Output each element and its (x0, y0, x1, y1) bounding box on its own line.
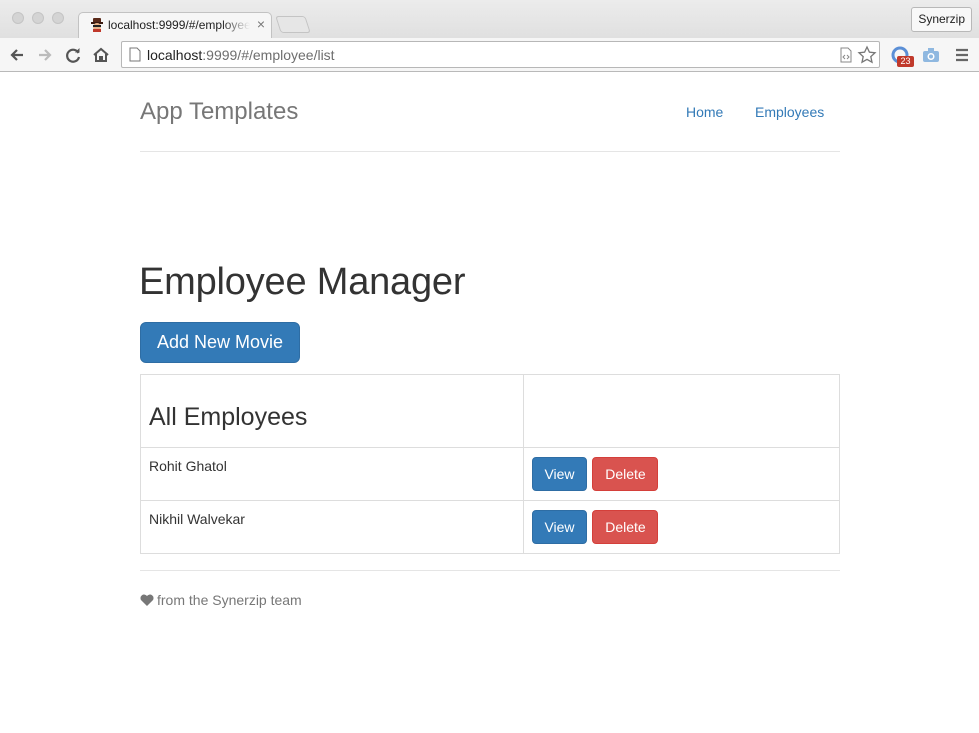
new-tab-button[interactable] (275, 16, 311, 33)
back-arrow-icon[interactable] (6, 44, 28, 66)
browser-titlebar: localhost:9999/#/employee × Synerzip (0, 0, 979, 38)
page-title: Employee Manager (139, 261, 466, 303)
table-row: Rohit Ghatol View Delete (140, 447, 840, 501)
footer: from the Synerzip team (140, 592, 302, 608)
camera-icon[interactable] (920, 44, 942, 66)
delete-button[interactable]: Delete (592, 510, 659, 544)
close-window-button[interactable] (12, 12, 24, 24)
address-bar[interactable]: localhost:9999/#/employee/list (121, 41, 880, 68)
footer-divider (140, 570, 840, 571)
header-divider (140, 151, 840, 152)
page-content: App Templates Home Employees Employee Ma… (0, 73, 979, 733)
spy-favicon-icon (91, 18, 103, 32)
tab-close-icon[interactable]: × (257, 16, 265, 32)
extension-badge: 23 (897, 56, 914, 67)
table-header-actions-cell (523, 374, 840, 448)
table-title: All Employees (149, 403, 308, 431)
row-actions: View Delete (523, 500, 840, 554)
table-header-cell: All Employees (140, 374, 524, 448)
tab-title: localhost:9999/#/employee (108, 18, 250, 32)
home-icon[interactable] (90, 44, 112, 66)
nav-link-home[interactable]: Home (686, 104, 723, 120)
bookmark-star-icon[interactable] (857, 45, 877, 65)
reload-icon[interactable] (62, 44, 84, 66)
brand-title[interactable]: App Templates (140, 98, 298, 126)
browser-toolbar: localhost:9999/#/employee/list 23 (0, 38, 979, 72)
delete-button[interactable]: Delete (592, 457, 659, 491)
row-actions: View Delete (523, 447, 840, 501)
employee-name: Nikhil Walvekar (140, 500, 524, 554)
footer-text: from the Synerzip team (157, 592, 302, 608)
view-button[interactable]: View (532, 510, 587, 544)
forward-arrow-icon[interactable] (34, 44, 56, 66)
profile-button[interactable]: Synerzip (911, 7, 972, 32)
table-row: Nikhil Walvekar View Delete (140, 500, 840, 554)
heart-icon (140, 594, 154, 606)
nav-link-employees[interactable]: Employees (755, 104, 824, 120)
url-text[interactable]: localhost:9999/#/employee/list (147, 47, 335, 63)
menu-icon[interactable] (951, 44, 973, 66)
browser-tab[interactable]: localhost:9999/#/employee × (78, 12, 272, 38)
employee-table: All Employees Rohit Ghatol View Delete N… (140, 374, 840, 554)
zoom-window-button[interactable] (52, 12, 64, 24)
page-source-icon[interactable] (836, 45, 856, 65)
employee-name: Rohit Ghatol (140, 447, 524, 501)
page-icon (129, 47, 141, 62)
minimize-window-button[interactable] (32, 12, 44, 24)
table-header-row: All Employees (140, 374, 840, 448)
view-button[interactable]: View (532, 457, 587, 491)
add-new-movie-button[interactable]: Add New Movie (140, 322, 300, 363)
